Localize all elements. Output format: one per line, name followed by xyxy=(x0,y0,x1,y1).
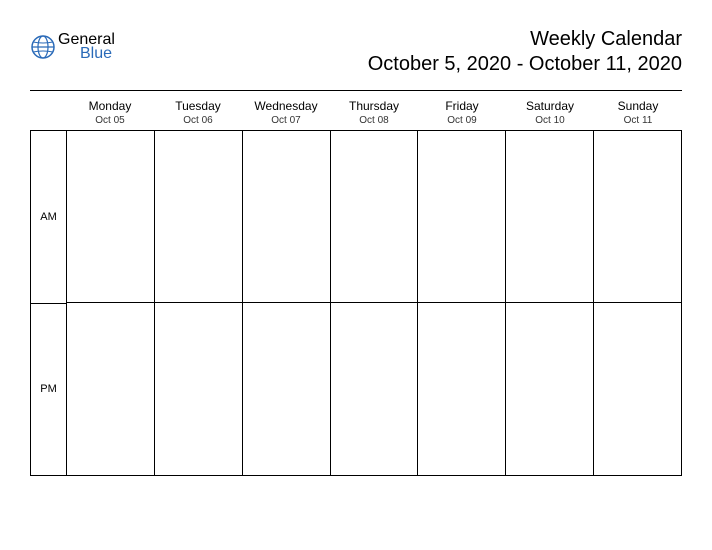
title-block: Weekly Calendar October 5, 2020 - Octobe… xyxy=(368,28,682,76)
day-date: Oct 10 xyxy=(506,115,594,126)
day-header: Wednesday Oct 07 xyxy=(242,99,330,126)
period-labels: AM PM xyxy=(30,131,66,476)
day-name: Wednesday xyxy=(242,99,330,113)
day-column xyxy=(66,131,154,476)
divider xyxy=(30,90,682,91)
day-columns xyxy=(66,131,682,476)
calendar: Monday Oct 05 Tuesday Oct 06 Wednesday O… xyxy=(30,99,682,476)
day-column xyxy=(417,131,505,476)
day-header: Sunday Oct 11 xyxy=(594,99,682,126)
calendar-grid: AM PM xyxy=(30,130,682,476)
day-name: Tuesday xyxy=(154,99,242,113)
day-header: Tuesday Oct 06 xyxy=(154,99,242,126)
day-name: Friday xyxy=(418,99,506,113)
header: General Blue Weekly Calendar October 5, … xyxy=(30,28,682,76)
period-am: AM xyxy=(31,131,66,304)
calendar-slot xyxy=(594,131,681,303)
logo-text: General Blue xyxy=(58,32,115,62)
day-date: Oct 06 xyxy=(154,115,242,126)
calendar-slot xyxy=(243,131,330,303)
day-date: Oct 05 xyxy=(66,115,154,126)
day-name: Thursday xyxy=(330,99,418,113)
day-column xyxy=(154,131,242,476)
day-date: Oct 11 xyxy=(594,115,682,126)
day-header: Monday Oct 05 xyxy=(66,99,154,126)
calendar-slot xyxy=(418,131,505,303)
day-column xyxy=(505,131,593,476)
calendar-slot xyxy=(243,303,330,475)
globe-icon xyxy=(30,34,56,60)
calendar-slot xyxy=(67,131,154,303)
page-title: Weekly Calendar xyxy=(368,28,682,51)
day-date: Oct 09 xyxy=(418,115,506,126)
logo: General Blue xyxy=(30,28,115,62)
calendar-slot xyxy=(331,131,418,303)
day-name: Saturday xyxy=(506,99,594,113)
day-name: Sunday xyxy=(594,99,682,113)
calendar-slot xyxy=(506,131,593,303)
day-column xyxy=(242,131,330,476)
date-range: October 5, 2020 - October 11, 2020 xyxy=(368,53,682,76)
day-headers: Monday Oct 05 Tuesday Oct 06 Wednesday O… xyxy=(30,99,682,126)
period-header-spacer xyxy=(30,99,66,126)
day-header: Saturday Oct 10 xyxy=(506,99,594,126)
day-header: Friday Oct 09 xyxy=(418,99,506,126)
calendar-slot xyxy=(418,303,505,475)
day-date: Oct 07 xyxy=(242,115,330,126)
calendar-slot xyxy=(594,303,681,475)
calendar-slot xyxy=(67,303,154,475)
day-header: Thursday Oct 08 xyxy=(330,99,418,126)
calendar-slot xyxy=(155,303,242,475)
day-name: Monday xyxy=(66,99,154,113)
day-date: Oct 08 xyxy=(330,115,418,126)
day-column xyxy=(593,131,682,476)
period-pm: PM xyxy=(31,304,66,476)
day-column xyxy=(330,131,418,476)
calendar-slot xyxy=(506,303,593,475)
calendar-slot xyxy=(331,303,418,475)
logo-word-blue: Blue xyxy=(80,46,115,62)
calendar-slot xyxy=(155,131,242,303)
